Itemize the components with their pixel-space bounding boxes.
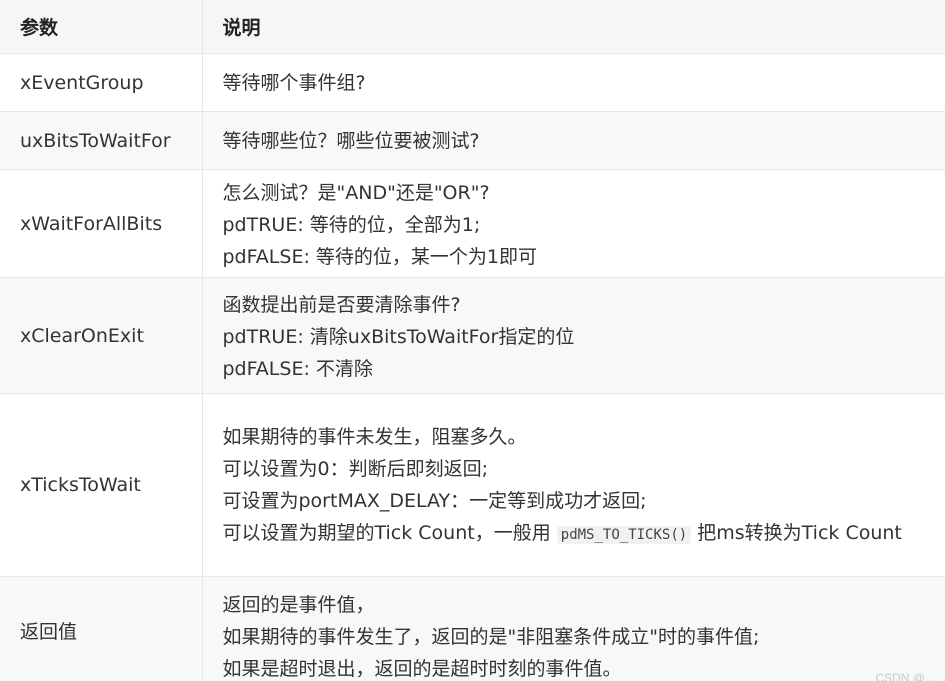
- desc-text: 把ms转换为Tick Count: [691, 522, 902, 544]
- table-row: xClearOnExit 函数提出前是否要清除事件? pdTRUE: 清除uxB…: [0, 277, 945, 394]
- param-name: xEventGroup: [0, 53, 202, 112]
- desc-line: 怎么测试？是"AND"还是"OR"?: [222, 181, 490, 204]
- param-desc: 怎么测试？是"AND"还是"OR"? pdTRUE: 等待的位，全部为1; pd…: [201, 169, 945, 278]
- desc-line: 函数提出前是否要清除事件?: [222, 293, 461, 316]
- table-row: uxBitsToWaitFor 等待哪些位？哪些位要被测试?: [0, 111, 945, 170]
- desc-line: pdFALSE: 等待的位，某一个为1即可: [222, 245, 537, 268]
- param-name: xClearOnExit: [0, 277, 202, 394]
- param-name: uxBitsToWaitFor: [0, 111, 202, 170]
- param-desc: 等待哪些位？哪些位要被测试?: [201, 111, 945, 170]
- desc-line: 如果期待的事件发生了，返回的是"非阻塞条件成立"时的事件值;: [222, 626, 760, 648]
- param-name: xWaitForAllBits: [0, 169, 202, 278]
- desc-line: pdTRUE: 等待的位，全部为1;: [222, 213, 481, 236]
- param-desc: 函数提出前是否要清除事件? pdTRUE: 清除uxBitsToWaitFor指…: [201, 277, 945, 394]
- desc-line: 可以设置为0：判断后即刻返回;: [222, 458, 489, 480]
- desc-line: 如果期待的事件未发生，阻塞多久。: [222, 426, 527, 448]
- param-name: 返回值: [0, 576, 202, 681]
- desc-line-mixed: 可以设置为期望的Tick Count，一般用 pdMS_TO_TICKS() 把…: [223, 517, 945, 551]
- inline-code: pdMS_TO_TICKS(): [556, 526, 692, 544]
- desc-line: 返回的是事件值，: [222, 594, 375, 616]
- desc-line: 如果是超时退出，返回的是超时时刻的事件值。: [222, 658, 622, 680]
- table-row: xTicksToWait 如果期待的事件未发生，阻塞多久。 可以设置为0：判断后…: [0, 393, 945, 577]
- parameter-table: 参数 说明 xEventGroup 等待哪个事件组? uxBitsToWaitF…: [0, 0, 945, 681]
- table-row: xEventGroup 等待哪个事件组?: [0, 53, 945, 112]
- param-desc: 返回的是事件值， 如果期待的事件发生了，返回的是"非阻塞条件成立"时的事件值; …: [201, 576, 945, 681]
- header-param: 参数: [0, 0, 202, 54]
- header-desc: 说明: [201, 0, 945, 54]
- table-row: xWaitForAllBits 怎么测试？是"AND"还是"OR"? pdTRU…: [0, 169, 945, 278]
- param-name: xTicksToWait: [0, 393, 202, 577]
- desc-line: pdTRUE: 清除uxBitsToWaitFor指定的位: [222, 325, 575, 348]
- desc-line: 可设置为portMAX_DELAY：一定等到成功才返回;: [222, 490, 647, 512]
- watermark: CSDN @...: [875, 671, 935, 681]
- table-row: 返回值 返回的是事件值， 如果期待的事件发生了，返回的是"非阻塞条件成立"时的事…: [0, 576, 945, 681]
- desc-line: 等待哪个事件组?: [222, 71, 366, 94]
- desc-text: 可以设置为期望的Tick Count，一般用: [222, 522, 557, 544]
- desc-line: pdFALSE: 不清除: [222, 357, 373, 380]
- desc-line: 等待哪些位？哪些位要被测试?: [222, 129, 480, 152]
- param-desc: 如果期待的事件未发生，阻塞多久。 可以设置为0：判断后即刻返回; 可设置为por…: [201, 393, 945, 577]
- header-row: 参数 说明: [0, 0, 945, 54]
- param-desc: 等待哪个事件组?: [201, 53, 945, 112]
